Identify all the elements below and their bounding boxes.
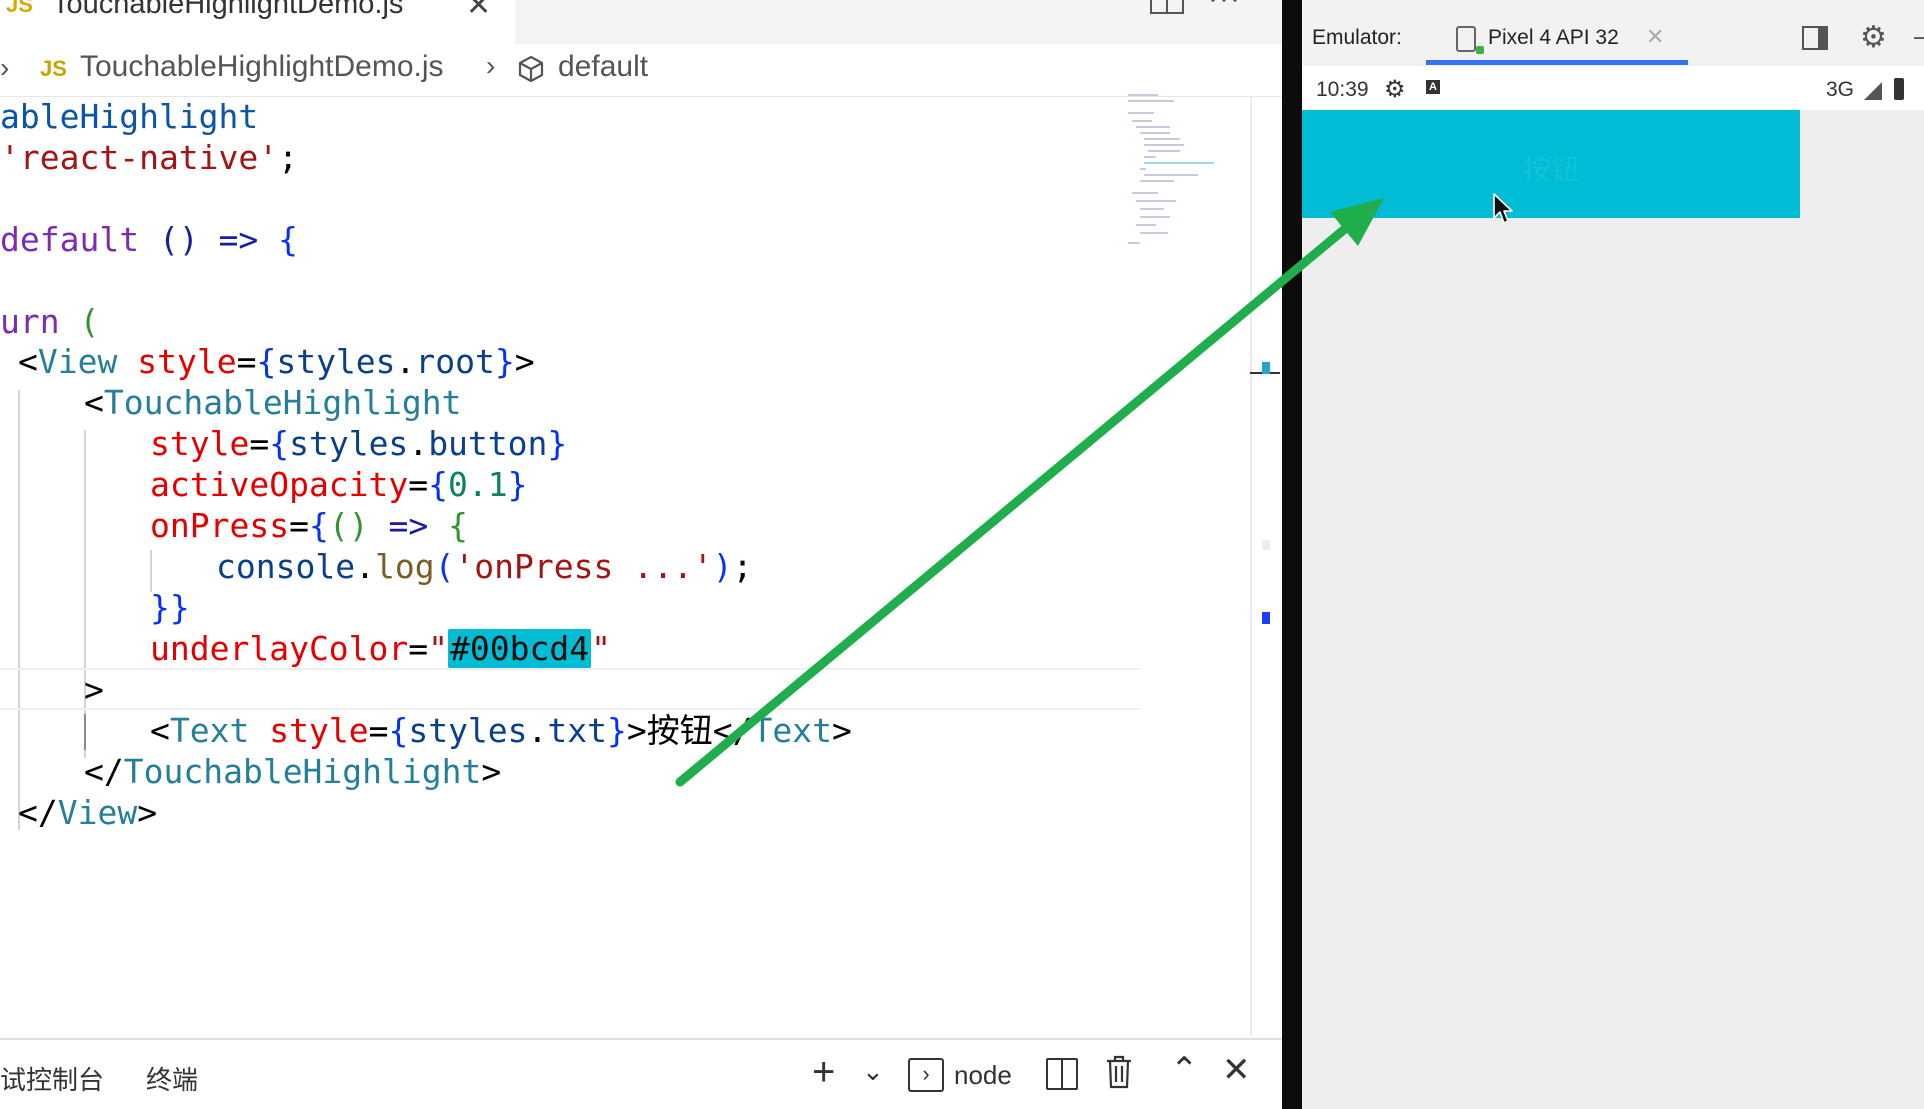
code-line: > xyxy=(84,670,104,709)
overview-ruler-mark xyxy=(1262,362,1270,374)
tab-pixel-4[interactable]: Pixel 4 API 32 xyxy=(1488,26,1619,50)
gear-icon[interactable]: ⚙ xyxy=(1860,20,1887,55)
emulator-label: Emulator: xyxy=(1312,26,1402,49)
tab-debug-console[interactable]: 试控制台 xyxy=(0,1060,104,1097)
split-terminal-icon[interactable] xyxy=(1046,1058,1078,1090)
code-line: }} xyxy=(150,588,190,627)
indent-guide xyxy=(84,714,86,750)
button-label: 按钮 xyxy=(1522,154,1579,185)
breadcrumb-file[interactable]: TouchableHighlightDemo.js xyxy=(80,50,444,84)
overview-ruler-mark xyxy=(1262,540,1270,550)
editor-tab-active[interactable]: JS TouchableHighlightDemo.js ✕ xyxy=(0,0,515,44)
code-line: <TouchableHighlight xyxy=(84,383,462,422)
code-line: style={styles.button} xyxy=(150,424,568,463)
device-icon xyxy=(1456,26,1484,54)
indent-guide xyxy=(18,390,20,830)
symbol-cube-icon xyxy=(518,55,544,83)
terminal-shell-label[interactable]: node xyxy=(954,1060,1012,1091)
chevron-right-icon: › xyxy=(0,52,10,83)
close-icon[interactable]: ✕ xyxy=(466,0,491,23)
bottom-panel-bar: 试控制台 终端 + ⌄ › node ⌃ ✕ xyxy=(0,1038,1282,1109)
code-line: default () => { xyxy=(0,220,299,259)
breadcrumb: › JS TouchableHighlightDemo.js › default xyxy=(0,44,1282,97)
code-line: </TouchableHighlight> xyxy=(84,752,502,791)
phone-status-bar: 10:39 ⚙ A 3G xyxy=(1302,66,1924,110)
phone-screen: 按钮 xyxy=(1302,110,1924,1109)
maximize-panel-icon[interactable]: ⌃ xyxy=(1170,1050,1199,1090)
scrollbar-track[interactable] xyxy=(1250,96,1252,1036)
split-editor-icon[interactable] xyxy=(1150,0,1184,14)
minimize-icon[interactable]: – xyxy=(1914,20,1924,52)
status-time: 10:39 xyxy=(1316,78,1369,101)
trash-icon[interactable] xyxy=(1104,1054,1134,1090)
android-emulator-panel: Emulator: Pixel 4 API 32 ✕ ⚙ – 10:39 ⚙ A… xyxy=(1302,0,1924,1109)
new-terminal-icon[interactable]: + xyxy=(812,1052,835,1092)
overview-ruler-mark xyxy=(1262,612,1270,624)
signal-icon xyxy=(1864,82,1882,100)
mouse-pointer-icon xyxy=(1493,193,1513,224)
active-tab-indicator xyxy=(1426,60,1688,65)
code-line: <Text style={styles.txt}>按钮</Text> xyxy=(150,711,852,750)
tab-terminal[interactable]: 终端 xyxy=(146,1060,198,1097)
code-line: ableHighlight xyxy=(0,97,259,136)
touchable-highlight-button[interactable]: 按钮 xyxy=(1302,110,1800,218)
more-actions-icon[interactable]: ··· xyxy=(1208,0,1241,16)
emulator-toolbar: Emulator: Pixel 4 API 32 ✕ ⚙ – xyxy=(1302,0,1924,67)
code-line: onPress={() => { xyxy=(150,506,468,545)
code-line: activeOpacity={0.1} xyxy=(150,465,528,504)
selected-text[interactable]: #00bcd4 xyxy=(448,629,592,668)
breadcrumb-symbol[interactable]: default xyxy=(558,50,648,84)
terminal-icon: › xyxy=(908,1058,944,1092)
close-icon[interactable]: ✕ xyxy=(1222,1050,1251,1090)
js-file-icon: JS xyxy=(40,56,67,81)
battery-icon xyxy=(1894,78,1904,100)
window-mode-icon[interactable] xyxy=(1802,26,1828,50)
code-line: console.log('onPress ...'); xyxy=(216,547,753,586)
code-area[interactable]: ableHighlight 'react-native'; default ()… xyxy=(0,97,1250,1038)
code-line: </View> xyxy=(18,793,158,832)
chevron-right-icon: › xyxy=(486,50,496,81)
code-line: 'react-native'; xyxy=(0,138,299,177)
chevron-down-icon[interactable]: ⌄ xyxy=(862,1056,884,1087)
accessibility-a-icon: A xyxy=(1426,80,1440,94)
editor-tab-title: TouchableHighlightDemo.js xyxy=(52,0,404,20)
network-type: 3G xyxy=(1826,78,1855,101)
close-icon[interactable]: ✕ xyxy=(1646,24,1664,50)
editor-tab-bar: JS TouchableHighlightDemo.js ✕ ··· xyxy=(0,0,1282,44)
js-file-icon: JS xyxy=(6,0,33,17)
code-line: <View style={styles.root}> xyxy=(18,342,535,381)
code-line: underlayColor="#00bcd4" xyxy=(150,629,611,668)
window-divider xyxy=(1282,0,1302,1109)
code-editor: JS TouchableHighlightDemo.js ✕ ··· › JS … xyxy=(0,0,1282,1109)
minimap[interactable] xyxy=(1128,92,1248,252)
settings-gear-icon: ⚙ xyxy=(1384,76,1406,103)
